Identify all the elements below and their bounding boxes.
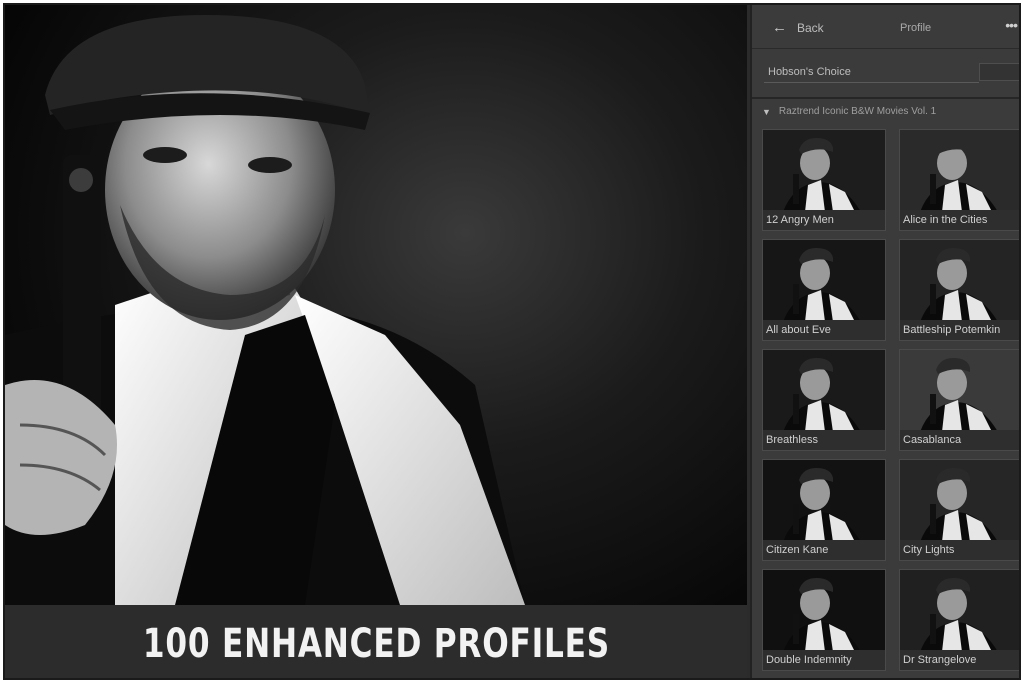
profile-group-label: Raztrend Iconic B&W Movies Vol. 1 [778,106,937,117]
profile-browser-panel: ← Back Profile ••• Hobson's Choice ▼ Raz… [750,5,1019,678]
profile-thumbnail-label: Citizen Kane [763,540,885,560]
profile-preview-image [900,460,1019,542]
app-window: 100 ENHANCED PROFILES ← Back Profile •••… [3,3,1021,680]
back-button-label: Back [797,20,824,35]
profile-thumbnail[interactable]: 12 Angry Men [762,129,886,231]
profile-thumbnail-label: Alice in the Cities [900,210,1019,230]
profile-thumbnail-label: Battleship Potemkin [900,320,1019,340]
profile-thumbnail[interactable]: All about Eve [762,239,886,341]
profile-preview-image [763,460,885,542]
promo-banner: 100 ENHANCED PROFILES [5,605,747,678]
profile-thumbnail[interactable]: Citizen Kane [762,459,886,561]
profile-thumbnail-label: 12 Angry Men [763,210,885,230]
profile-preview-image [763,350,885,432]
profile-thumbnail-label: Casablanca [900,430,1019,450]
profile-thumbnail[interactable]: City Lights [899,459,1019,561]
profile-divider [764,82,979,83]
profile-preview-image [900,130,1019,212]
profile-thumbnail-label: All about Eve [763,320,885,340]
profile-thumbnail-label: Double Indemnity [763,650,885,670]
banner-title: 100 ENHANCED PROFILES [142,620,610,667]
profile-thumbnail-label: Dr Strangelove [900,650,1019,670]
profile-preview-image [900,570,1019,652]
profile-thumbnail-label: City Lights [900,540,1019,560]
profile-thumbnail[interactable]: Casablanca [899,349,1019,451]
profile-thumbnail[interactable]: Dr Strangelove [899,569,1019,671]
profile-group-header[interactable]: ▼ Raztrend Iconic B&W Movies Vol. 1 [762,106,936,117]
triangle-down-icon: ▼ [762,106,771,117]
portrait-photo [5,15,525,605]
current-profile-name: Hobson's Choice [768,66,851,78]
profile-preview-image [763,570,885,652]
arrow-left-icon: ← [772,19,787,36]
main-photo-preview [5,5,747,605]
profile-thumbnail[interactable]: Double Indemnity [762,569,886,671]
profile-preview-image [900,350,1019,432]
profile-amount-field[interactable] [979,63,1019,81]
profile-preview-image [763,240,885,322]
profile-thumbnail[interactable]: Battleship Potemkin [899,239,1019,341]
current-profile-row[interactable]: Hobson's Choice [752,50,1019,99]
profile-thumbnail[interactable]: Breathless [762,349,886,451]
profile-thumbnail-label: Breathless [763,430,885,450]
profile-preview-image [763,130,885,212]
panel-header: ← Back Profile ••• [752,5,1019,49]
back-button[interactable]: ← Back [772,19,824,36]
more-options-icon[interactable]: ••• [1005,17,1018,33]
profile-thumbnail[interactable]: Alice in the Cities [899,129,1019,231]
panel-title: Profile [900,22,932,34]
profile-preview-image [900,240,1019,322]
